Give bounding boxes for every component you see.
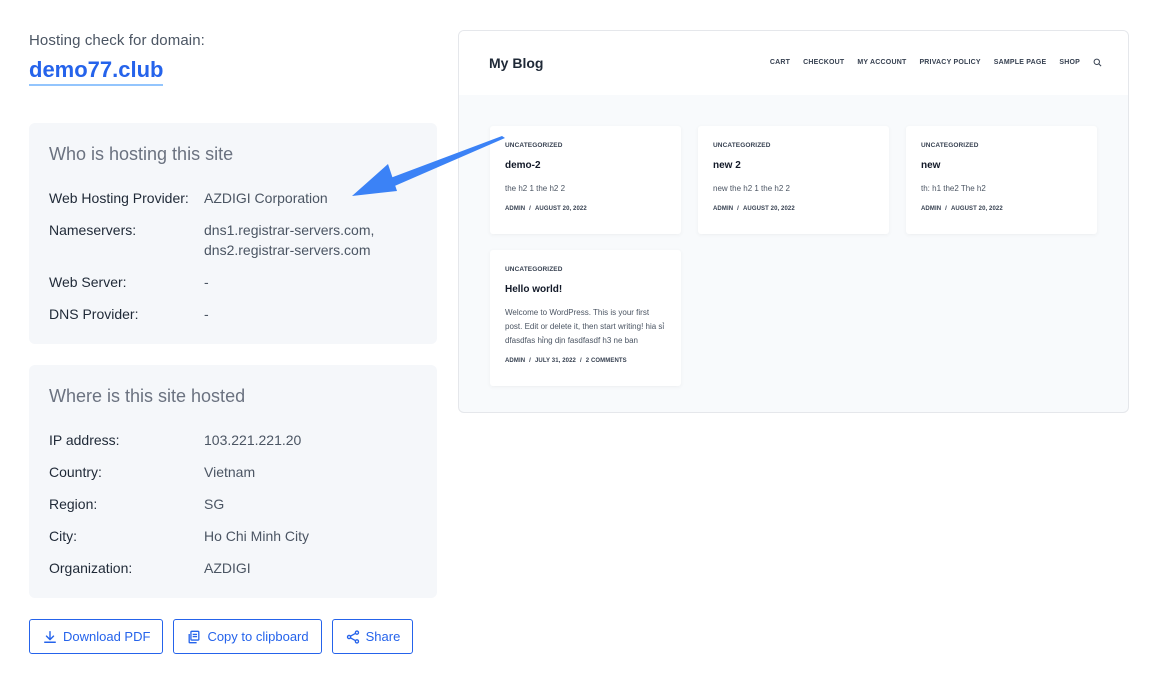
post-date: AUGUST 20, 2022	[742, 206, 795, 212]
preview-nav-item: SHOP	[1059, 59, 1080, 66]
post-excerpt: th: h1 the2 The h2	[921, 184, 986, 193]
preview-nav-item: CART	[769, 59, 791, 66]
post-excerpt: the h2 1 the h2 2	[505, 184, 566, 193]
nameserver-1: dns1.registrar-servers.com,	[204, 222, 375, 238]
preview-nav-item: MY ACCOUNT	[857, 59, 907, 66]
post-excerpt: new the h2 1 the h2 2	[713, 184, 790, 193]
copy-icon	[188, 630, 200, 643]
site-preview: My Blog CART CHECKOUT MY ACCOUNT PRIVACY…	[458, 30, 1129, 413]
post-category: UNCATEGORIZED	[921, 142, 979, 149]
post-meta: ADMIN / JULY 31, 2022/2 COMMENTS	[505, 358, 627, 364]
download-pdf-label: Download PDF	[63, 629, 151, 644]
row-value: AZDIGI	[204, 560, 251, 576]
row-label: Nameservers:	[49, 222, 137, 238]
country-row: Country: Vietnam	[49, 462, 417, 482]
city-row: City: Ho Chi Minh City	[49, 526, 417, 546]
row-label: Web Server:	[49, 274, 127, 290]
post-category: UNCATEGORIZED	[713, 142, 771, 149]
share-button[interactable]: Share	[331, 619, 414, 654]
row-label: DNS Provider:	[49, 306, 139, 322]
post-date: JULY 31, 2022	[534, 358, 576, 364]
post-category: UNCATEGORIZED	[505, 266, 563, 273]
download-pdf-button[interactable]: Download PDF	[29, 619, 164, 654]
preview-nav-item: PRIVACY POLICY	[919, 59, 981, 66]
row-label: Organization:	[49, 560, 133, 576]
search-icon	[1093, 58, 1102, 67]
post-title: demo-2	[505, 160, 541, 171]
post-title: new	[921, 160, 941, 171]
post-meta: ADMIN / AUGUST 20, 2022	[713, 206, 795, 212]
post-excerpt: Welcome to WordPress. This is your first…	[505, 308, 665, 345]
post-comments: 2 COMMENTS	[585, 358, 627, 364]
post-meta: ADMIN / AUGUST 20, 2022	[505, 206, 587, 212]
copy-clipboard-button[interactable]: Copy to clipboard	[173, 619, 322, 654]
row-value: Vietnam	[204, 464, 256, 480]
organization-row: Organization: AZDIGI	[49, 558, 417, 578]
row-label: IP address:	[49, 432, 120, 448]
action-buttons: Download PDF Copy to clipboard Share	[29, 619, 414, 654]
where-hosted-title: Where is this site hosted	[49, 386, 246, 406]
row-value: -	[204, 274, 209, 290]
row-label: Country:	[49, 464, 102, 480]
post-author: ADMIN	[921, 206, 942, 212]
post-author: ADMIN	[505, 206, 526, 212]
page-subtitle: Hosting check for domain:	[29, 32, 205, 49]
post-meta: ADMIN / AUGUST 20, 2022	[921, 206, 1003, 212]
preview-header: My Blog CART CHECKOUT MY ACCOUNT PRIVACY…	[459, 31, 1128, 95]
share-label: Share	[365, 629, 401, 644]
row-label: Web Hosting Provider:	[49, 190, 189, 206]
region-row: Region: SG	[49, 494, 417, 514]
domain-link[interactable]: demo77.club	[29, 57, 164, 86]
copy-clipboard-label: Copy to clipboard	[207, 629, 309, 644]
row-label: City:	[49, 528, 77, 544]
web-server-row: Web Server: -	[49, 272, 417, 292]
post-date: AUGUST 20, 2022	[534, 206, 587, 212]
preview-post-card: UNCATEGORIZED demo-2 the h2 1 the h2 2 A…	[490, 126, 681, 234]
post-category: UNCATEGORIZED	[505, 142, 563, 149]
domain-header: Hosting check for domain: demo77.club	[29, 32, 437, 86]
preview-nav: CART CHECKOUT MY ACCOUNT PRIVACY POLICY …	[770, 58, 1102, 67]
row-value: Ho Chi Minh City	[204, 528, 310, 544]
post-title: Hello world!	[505, 284, 563, 295]
preview-post-card: UNCATEGORIZED new 2 new the h2 1 the h2 …	[698, 126, 889, 234]
row-value: dns1.registrar-servers.com, dns2.registr…	[204, 220, 374, 260]
row-label: Region:	[49, 496, 98, 512]
row-value: SG	[204, 496, 225, 512]
post-author: ADMIN	[713, 206, 734, 212]
preview-site-title: My Blog	[489, 55, 544, 71]
ip-row: IP address: 103.221.221.20	[49, 430, 417, 450]
where-hosted-panel: Where is this site hosted IP address: 10…	[29, 365, 437, 598]
row-value: 103.221.221.20	[204, 432, 302, 448]
post-author: ADMIN	[505, 358, 526, 364]
preview-nav-item: SAMPLE PAGE	[993, 59, 1047, 66]
nameserver-2: dns2.registrar-servers.com	[204, 242, 371, 258]
row-value: AZDIGI Corporation	[204, 190, 328, 206]
dns-provider-row: DNS Provider: -	[49, 304, 417, 324]
download-icon	[44, 630, 56, 643]
row-value: -	[204, 306, 209, 322]
nameservers-row: Nameservers: dns1.registrar-servers.com,…	[49, 220, 417, 260]
post-date: AUGUST 20, 2022	[950, 206, 1003, 212]
preview-post-card: UNCATEGORIZED new th: h1 the2 The h2 ADM…	[906, 126, 1097, 234]
arrow-pointer-icon	[352, 136, 505, 196]
post-title: new 2	[713, 160, 741, 171]
share-icon	[346, 629, 359, 644]
preview-post-card: UNCATEGORIZED Hello world! Welcome to Wo…	[490, 250, 681, 386]
preview-nav-item: CHECKOUT	[803, 59, 845, 66]
